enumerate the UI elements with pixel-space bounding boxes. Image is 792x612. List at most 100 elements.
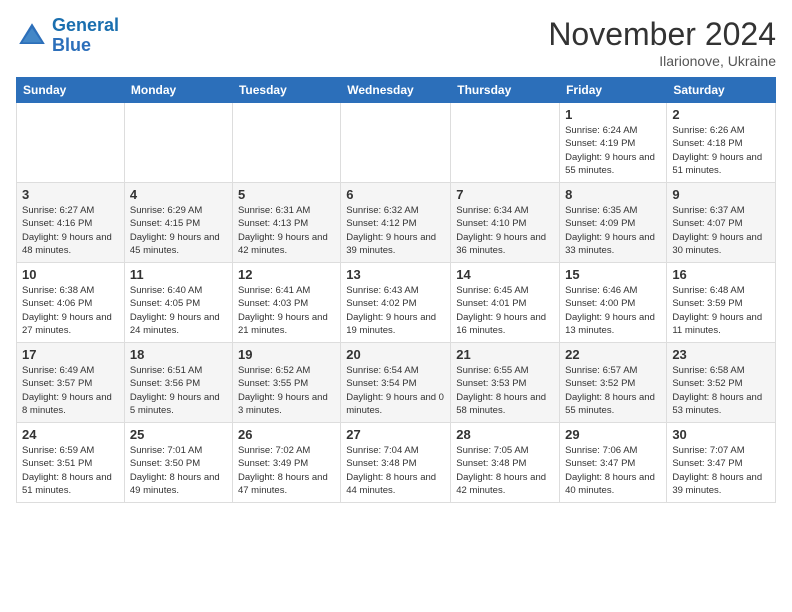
day-number: 26 bbox=[238, 427, 335, 442]
day-info: Sunrise: 6:37 AMSunset: 4:07 PMDaylight:… bbox=[672, 204, 770, 257]
calendar-cell: 20 Sunrise: 6:54 AMSunset: 3:54 PMDayligh… bbox=[341, 343, 451, 423]
day-info: Sunrise: 6:24 AMSunset: 4:19 PMDaylight:… bbox=[565, 124, 661, 177]
calendar-cell: 1Sunrise: 6:24 AMSunset: 4:19 PMDaylight… bbox=[560, 103, 667, 183]
day-info: Sunrise: 6:29 AMSunset: 4:15 PMDaylight:… bbox=[130, 204, 227, 257]
calendar-cell bbox=[341, 103, 451, 183]
location: Ilarionove, Ukraine bbox=[548, 53, 776, 69]
day-number: 5 bbox=[238, 187, 335, 202]
calendar-cell: 16Sunrise: 6:48 AMSunset: 3:59 PMDayligh… bbox=[667, 263, 776, 343]
calendar-cell: 26 Sunrise: 7:02 AMSunset: 3:49 PMDayligh… bbox=[232, 423, 340, 503]
day-number: 8 bbox=[565, 187, 661, 202]
day-info: Sunrise: 6:54 AMSunset: 3:54 PMDaylight:… bbox=[346, 364, 445, 417]
col-saturday: Saturday bbox=[667, 78, 776, 103]
calendar-week-3: 17 Sunrise: 6:49 AMSunset: 3:57 PMDayligh… bbox=[17, 343, 776, 423]
day-info: Sunrise: 7:06 AMSunset: 3:47 PMDaylight:… bbox=[565, 444, 661, 497]
day-number: 3 bbox=[22, 187, 119, 202]
logo: General Blue bbox=[16, 16, 119, 56]
day-number: 13 bbox=[346, 267, 445, 282]
day-number: 14 bbox=[456, 267, 554, 282]
calendar-cell: 27 Sunrise: 7:04 AMSunset: 3:48 PMDayligh… bbox=[341, 423, 451, 503]
col-thursday: Thursday bbox=[451, 78, 560, 103]
day-info: Sunrise: 6:59 AMSunset: 3:51 PMDaylight:… bbox=[22, 444, 119, 497]
calendar-cell: 10 Sunrise: 6:38 AMSunset: 4:06 PMDayligh… bbox=[17, 263, 125, 343]
day-number: 23 bbox=[672, 347, 770, 362]
calendar-cell: 30 Sunrise: 7:07 AMSunset: 3:47 PMDayligh… bbox=[667, 423, 776, 503]
header: General Blue November 2024 Ilarionove, U… bbox=[16, 16, 776, 69]
day-number: 10 bbox=[22, 267, 119, 282]
calendar-cell: 15Sunrise: 6:46 AMSunset: 4:00 PMDayligh… bbox=[560, 263, 667, 343]
calendar-week-1: 3 Sunrise: 6:27 AMSunset: 4:16 PMDaylight… bbox=[17, 183, 776, 263]
col-friday: Friday bbox=[560, 78, 667, 103]
calendar-cell bbox=[124, 103, 232, 183]
calendar-cell: 14 Sunrise: 6:45 AMSunset: 4:01 PMDayligh… bbox=[451, 263, 560, 343]
calendar-cell bbox=[17, 103, 125, 183]
day-number: 7 bbox=[456, 187, 554, 202]
calendar-cell: 19 Sunrise: 6:52 AMSunset: 3:55 PMDayligh… bbox=[232, 343, 340, 423]
day-info: Sunrise: 6:49 AMSunset: 3:57 PMDaylight:… bbox=[22, 364, 119, 417]
day-info: Sunrise: 6:35 AMSunset: 4:09 PMDaylight:… bbox=[565, 204, 661, 257]
day-number: 25 bbox=[130, 427, 227, 442]
calendar-cell: 24 Sunrise: 6:59 AMSunset: 3:51 PMDayligh… bbox=[17, 423, 125, 503]
day-number: 4 bbox=[130, 187, 227, 202]
title-block: November 2024 Ilarionove, Ukraine bbox=[548, 16, 776, 69]
calendar-cell: 23 Sunrise: 6:58 AMSunset: 3:52 PMDayligh… bbox=[667, 343, 776, 423]
day-info: Sunrise: 7:05 AMSunset: 3:48 PMDaylight:… bbox=[456, 444, 554, 497]
calendar-table: Sunday Monday Tuesday Wednesday Thursday… bbox=[16, 77, 776, 503]
calendar-cell bbox=[451, 103, 560, 183]
day-info: Sunrise: 6:38 AMSunset: 4:06 PMDaylight:… bbox=[22, 284, 119, 337]
page: General Blue November 2024 Ilarionove, U… bbox=[0, 0, 792, 612]
day-number: 24 bbox=[22, 427, 119, 442]
day-info: Sunrise: 7:07 AMSunset: 3:47 PMDaylight:… bbox=[672, 444, 770, 497]
day-info: Sunrise: 6:32 AMSunset: 4:12 PMDaylight:… bbox=[346, 204, 445, 257]
day-info: Sunrise: 6:41 AMSunset: 4:03 PMDaylight:… bbox=[238, 284, 335, 337]
day-number: 30 bbox=[672, 427, 770, 442]
day-number: 12 bbox=[238, 267, 335, 282]
day-number: 15 bbox=[565, 267, 661, 282]
calendar-cell bbox=[232, 103, 340, 183]
calendar-week-0: 1Sunrise: 6:24 AMSunset: 4:19 PMDaylight… bbox=[17, 103, 776, 183]
day-info: Sunrise: 6:26 AMSunset: 4:18 PMDaylight:… bbox=[672, 124, 770, 177]
day-number: 27 bbox=[346, 427, 445, 442]
logo-line2: Blue bbox=[52, 35, 91, 55]
day-info: Sunrise: 6:52 AMSunset: 3:55 PMDaylight:… bbox=[238, 364, 335, 417]
day-number: 6 bbox=[346, 187, 445, 202]
day-number: 17 bbox=[22, 347, 119, 362]
day-number: 22 bbox=[565, 347, 661, 362]
day-number: 16 bbox=[672, 267, 770, 282]
day-info: Sunrise: 6:55 AMSunset: 3:53 PMDaylight:… bbox=[456, 364, 554, 417]
day-number: 28 bbox=[456, 427, 554, 442]
calendar-week-4: 24 Sunrise: 6:59 AMSunset: 3:51 PMDayligh… bbox=[17, 423, 776, 503]
calendar-cell: 2 Sunrise: 6:26 AMSunset: 4:18 PMDaylight… bbox=[667, 103, 776, 183]
day-info: Sunrise: 7:01 AMSunset: 3:50 PMDaylight:… bbox=[130, 444, 227, 497]
day-info: Sunrise: 6:51 AMSunset: 3:56 PMDaylight:… bbox=[130, 364, 227, 417]
calendar-cell: 22Sunrise: 6:57 AMSunset: 3:52 PMDayligh… bbox=[560, 343, 667, 423]
day-info: Sunrise: 6:27 AMSunset: 4:16 PMDaylight:… bbox=[22, 204, 119, 257]
day-info: Sunrise: 6:43 AMSunset: 4:02 PMDaylight:… bbox=[346, 284, 445, 337]
logo-text: General Blue bbox=[52, 16, 119, 56]
calendar-cell: 5Sunrise: 6:31 AMSunset: 4:13 PMDaylight… bbox=[232, 183, 340, 263]
calendar-cell: 3 Sunrise: 6:27 AMSunset: 4:16 PMDaylight… bbox=[17, 183, 125, 263]
calendar-cell: 4 Sunrise: 6:29 AMSunset: 4:15 PMDaylight… bbox=[124, 183, 232, 263]
day-number: 2 bbox=[672, 107, 770, 122]
day-number: 9 bbox=[672, 187, 770, 202]
calendar-cell: 18Sunrise: 6:51 AMSunset: 3:56 PMDayligh… bbox=[124, 343, 232, 423]
day-info: Sunrise: 7:04 AMSunset: 3:48 PMDaylight:… bbox=[346, 444, 445, 497]
calendar-cell: 8 Sunrise: 6:35 AMSunset: 4:09 PMDaylight… bbox=[560, 183, 667, 263]
calendar-cell: 25 Sunrise: 7:01 AMSunset: 3:50 PMDayligh… bbox=[124, 423, 232, 503]
month-title: November 2024 bbox=[548, 16, 776, 53]
calendar-week-2: 10 Sunrise: 6:38 AMSunset: 4:06 PMDayligh… bbox=[17, 263, 776, 343]
calendar-cell: 29 Sunrise: 7:06 AMSunset: 3:47 PMDayligh… bbox=[560, 423, 667, 503]
calendar-cell: 28 Sunrise: 7:05 AMSunset: 3:48 PMDayligh… bbox=[451, 423, 560, 503]
day-number: 29 bbox=[565, 427, 661, 442]
day-number: 20 bbox=[346, 347, 445, 362]
day-info: Sunrise: 6:58 AMSunset: 3:52 PMDaylight:… bbox=[672, 364, 770, 417]
col-tuesday: Tuesday bbox=[232, 78, 340, 103]
day-number: 19 bbox=[238, 347, 335, 362]
calendar-cell: 6 Sunrise: 6:32 AMSunset: 4:12 PMDaylight… bbox=[341, 183, 451, 263]
calendar-cell: 9 Sunrise: 6:37 AMSunset: 4:07 PMDaylight… bbox=[667, 183, 776, 263]
calendar-header-row: Sunday Monday Tuesday Wednesday Thursday… bbox=[17, 78, 776, 103]
col-monday: Monday bbox=[124, 78, 232, 103]
day-info: Sunrise: 6:45 AMSunset: 4:01 PMDaylight:… bbox=[456, 284, 554, 337]
day-info: Sunrise: 7:02 AMSunset: 3:49 PMDaylight:… bbox=[238, 444, 335, 497]
calendar-cell: 11Sunrise: 6:40 AMSunset: 4:05 PMDayligh… bbox=[124, 263, 232, 343]
